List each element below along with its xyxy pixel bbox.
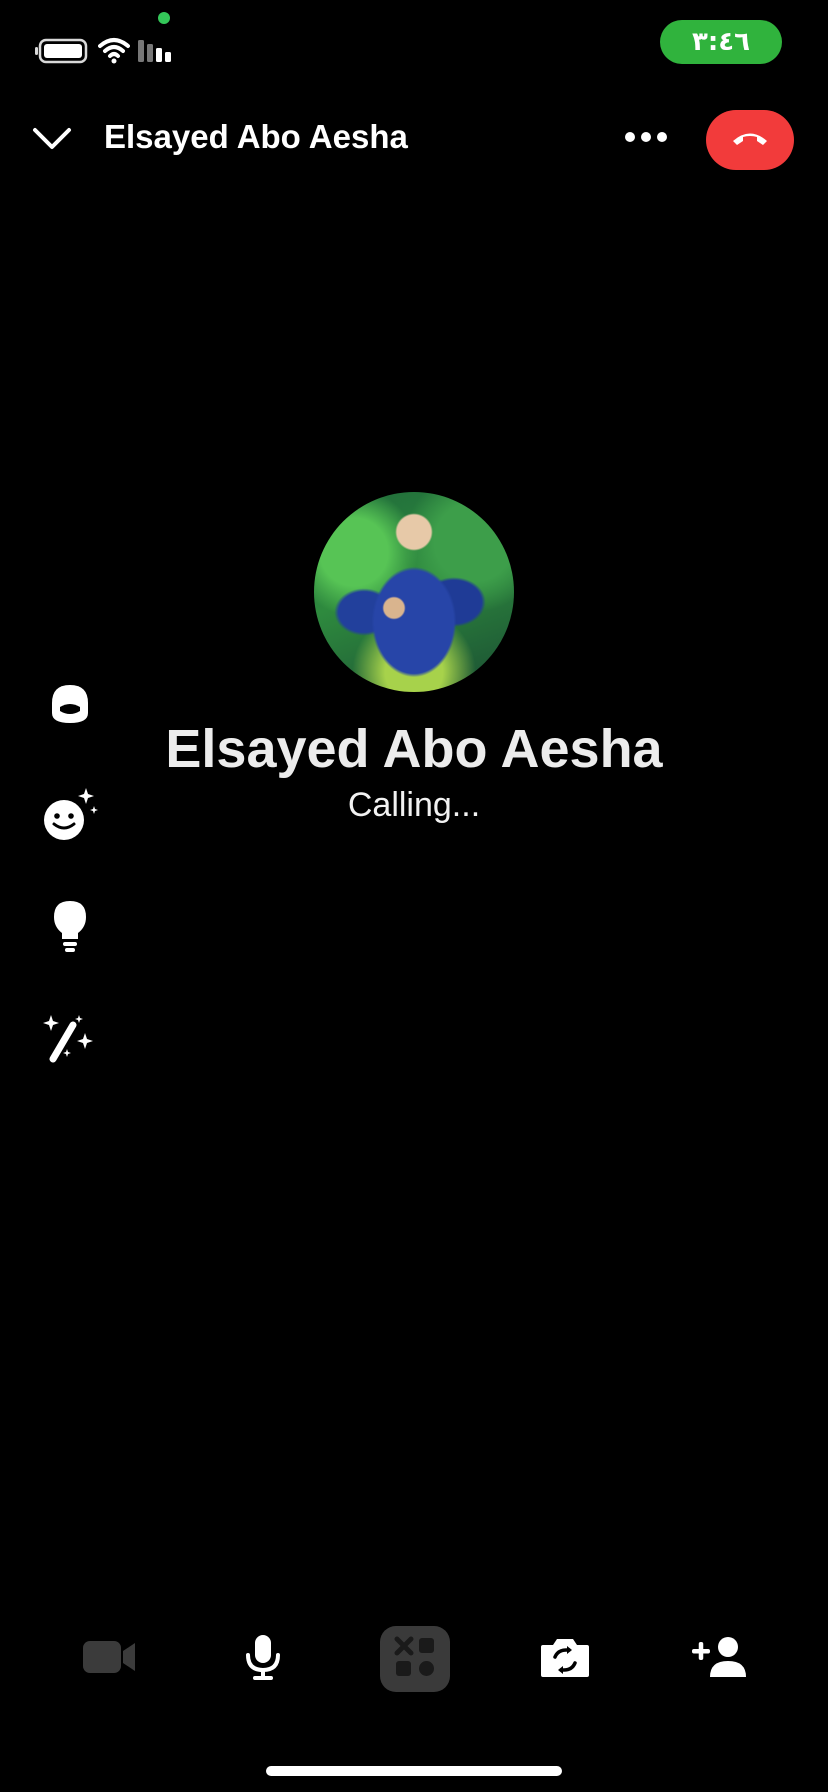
collapse-button[interactable] [28,124,76,158]
caller-name: Elsayed Abo Aesha [165,719,663,779]
lighting-button[interactable] [40,898,100,958]
header-title: Elsayed Abo Aesha [104,118,408,155]
add-person-button[interactable] [684,1626,754,1692]
avatar-icon [48,683,92,730]
microphone-icon [243,1633,283,1686]
effects-grid-icon [391,1633,439,1686]
call-status: Calling... [347,786,481,824]
video-camera-icon [81,1639,137,1680]
more-icon [624,130,668,148]
sparkle-face-icon [40,786,100,847]
mute-button[interactable] [228,1626,298,1692]
end-call-icon [730,128,770,153]
more-options-button[interactable] [618,124,674,154]
status-time: ٣:٤٦ [660,20,782,64]
signal-icon [138,38,178,67]
add-person-icon [690,1635,748,1684]
lightbulb-icon [50,899,90,958]
wifi-icon [98,36,130,69]
battery-icon [34,38,90,69]
home-indicator[interactable] [266,1766,562,1776]
end-call-button[interactable] [706,110,794,170]
avatar-effect-button[interactable] [40,676,100,736]
video-toggle-button[interactable] [74,1626,144,1692]
flip-camera-icon [539,1635,591,1684]
face-effects-button[interactable] [40,786,100,846]
caller-avatar [314,492,514,692]
flip-camera-button[interactable] [530,1626,600,1692]
magic-wand-icon [43,1013,97,1068]
microphone-indicator-dot [158,12,170,24]
magic-effects-button[interactable] [40,1010,100,1070]
chevron-down-icon [31,126,73,157]
effects-button[interactable] [380,1626,450,1692]
